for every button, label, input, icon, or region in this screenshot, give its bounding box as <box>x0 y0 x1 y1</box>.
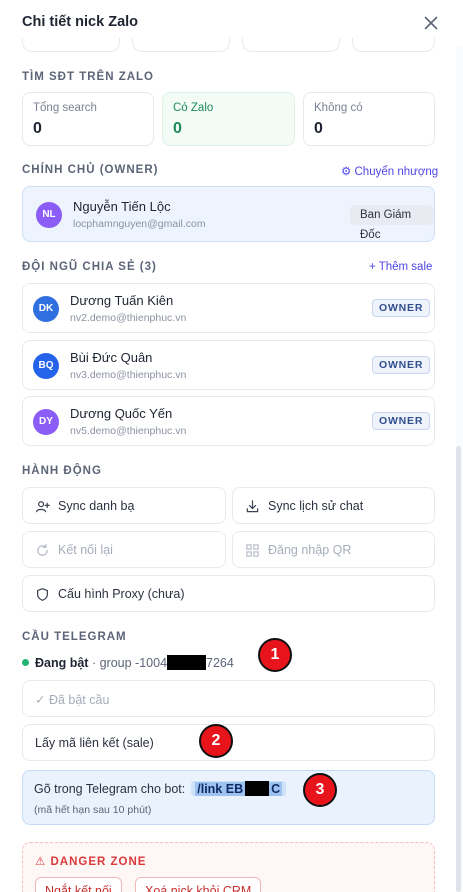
redaction-block <box>167 655 207 670</box>
previous-section-cards <box>22 38 435 52</box>
button-label: Kết nối lại <box>58 543 113 557</box>
owner-tag: OWNER <box>372 299 431 317</box>
annotation-badge: 3 <box>303 773 337 807</box>
user-plus-icon <box>36 501 50 513</box>
button-label: Đăng nhập QR <box>268 543 352 557</box>
group-id-prefix: · group -1004 <box>91 656 168 670</box>
stat-value: 0 <box>314 120 323 137</box>
sync-contacts-button[interactable]: Sync danh bạ <box>22 487 226 524</box>
role-badge: Ban Giám Đốc <box>350 205 434 241</box>
actions-section-label: HÀNH ĐỘNG <box>22 465 102 477</box>
delete-nick-button[interactable]: Xoá nick khỏi CRM <box>135 877 262 892</box>
bridge-enabled-button[interactable]: ✓ Đã bật cầu <box>22 680 435 717</box>
command-prefix: /link EB <box>195 782 246 796</box>
annotation-badge: 2 <box>199 724 233 758</box>
stat-has-zalo: Có Zalo 0 <box>162 92 295 146</box>
danger-zone: ⚠ DANGER ZONE Ngắt kết nối Xoá nick khỏi… <box>22 842 435 892</box>
reconnect-button[interactable]: Kết nối lại <box>22 531 226 568</box>
disconnect-button[interactable]: Ngắt kết nối <box>35 877 122 892</box>
stat-label: Có Zalo <box>173 102 214 114</box>
team-section-label: ĐỘI NGŨ CHIA SẺ (3) <box>22 261 157 273</box>
status-dot <box>22 659 29 666</box>
stat-total-search: Tổng search 0 <box>22 92 154 146</box>
avatar: DY <box>33 409 59 435</box>
member-email: nv5.demo@thienphuc.vn <box>70 425 187 437</box>
button-label: Sync lịch sử chat <box>268 499 364 513</box>
avatar: NL <box>36 202 62 228</box>
stat-value: 0 <box>173 120 182 137</box>
link-instruction: Gõ trong Telegram cho bot: /link EB C <box>34 781 287 796</box>
owner-card: NL Nguyễn Tiến Lộc locphamnguyen@gmail.c… <box>22 186 435 242</box>
danger-zone-title: ⚠ DANGER ZONE <box>35 856 147 868</box>
redaction-block <box>245 781 270 796</box>
add-sale-link[interactable]: + Thêm sale <box>369 261 432 273</box>
transfer-ownership-link[interactable]: ⚙ Chuyển nhượng <box>341 164 438 178</box>
owner-tag: OWNER <box>372 412 431 430</box>
member-name: Dương Quốc Yến <box>70 406 173 421</box>
owner-tag: OWNER <box>372 356 431 374</box>
member-email: nv2.demo@thienphuc.vn <box>70 312 187 324</box>
member-name: Dương Tuấn Kiên <box>70 293 174 308</box>
team-member-row[interactable]: DY Dương Quốc Yến nv5.demo@thienphuc.vn … <box>22 396 435 446</box>
member-email: nv3.demo@thienphuc.vn <box>70 369 187 381</box>
qr-login-button[interactable]: Đăng nhập QR <box>232 531 435 568</box>
stat-label: Tổng search <box>33 102 97 114</box>
owner-email: locphamnguyen@gmail.com <box>73 218 206 230</box>
instruction-text: Gõ trong Telegram cho bot: <box>34 782 186 796</box>
link-expiry: (mã hết hạn sau 10 phút) <box>34 804 152 816</box>
button-label: Lấy mã liên kết (sale) <box>35 736 154 750</box>
avatar: DK <box>33 296 59 322</box>
search-section-label: TÌM SĐT TRÊN ZALO <box>22 71 154 83</box>
zalo-nick-detail-panel: Chi tiết nick Zalo TÌM SĐT TRÊN ZALO Tổn… <box>0 0 463 892</box>
scrollbar-thumb[interactable] <box>456 446 461 892</box>
proxy-config-button[interactable]: Cấu hình Proxy (chưa) <box>22 575 435 612</box>
link-code-box: Gõ trong Telegram cho bot: /link EB C (mã … <box>22 770 435 825</box>
owner-section-label: CHÍNH CHỦ (OWNER) <box>22 164 159 176</box>
stat-value: 0 <box>33 120 42 137</box>
download-icon <box>246 500 259 513</box>
team-member-row[interactable]: DK Dương Tuấn Kiên nv2.demo@thienphuc.vn… <box>22 283 435 333</box>
dialog-title: Chi tiết nick Zalo <box>22 14 139 30</box>
annotation-badge: 1 <box>258 638 292 672</box>
button-label: ✓ Đã bật cầu <box>35 693 110 707</box>
telegram-status: Đang bật · group -1004 7264 <box>35 655 234 670</box>
stat-no-zalo: Không có 0 <box>303 92 435 146</box>
stat-label: Không có <box>314 102 363 114</box>
telegram-section-label: CẦU TELEGRAM <box>22 631 127 643</box>
sync-chat-history-button[interactable]: Sync lịch sử chat <box>232 487 435 524</box>
owner-name: Nguyễn Tiến Lộc <box>73 199 171 214</box>
shield-icon <box>37 588 48 601</box>
button-label: Sync danh bạ <box>58 499 135 513</box>
close-icon[interactable] <box>421 13 441 33</box>
refresh-icon <box>37 544 48 556</box>
avatar: BQ <box>33 353 59 379</box>
team-member-row[interactable]: BQ Bùi Đức Quân nv3.demo@thienphuc.vn OW… <box>22 340 435 390</box>
member-name: Bùi Đức Quân <box>70 350 153 365</box>
qr-code-icon <box>246 544 259 557</box>
group-id-suffix: 7264 <box>206 656 234 670</box>
button-label: Cấu hình Proxy (chưa) <box>58 587 185 601</box>
status-label: Đang bật <box>35 656 89 670</box>
link-command[interactable]: /link EB C <box>191 781 287 796</box>
command-suffix: C <box>269 782 283 796</box>
